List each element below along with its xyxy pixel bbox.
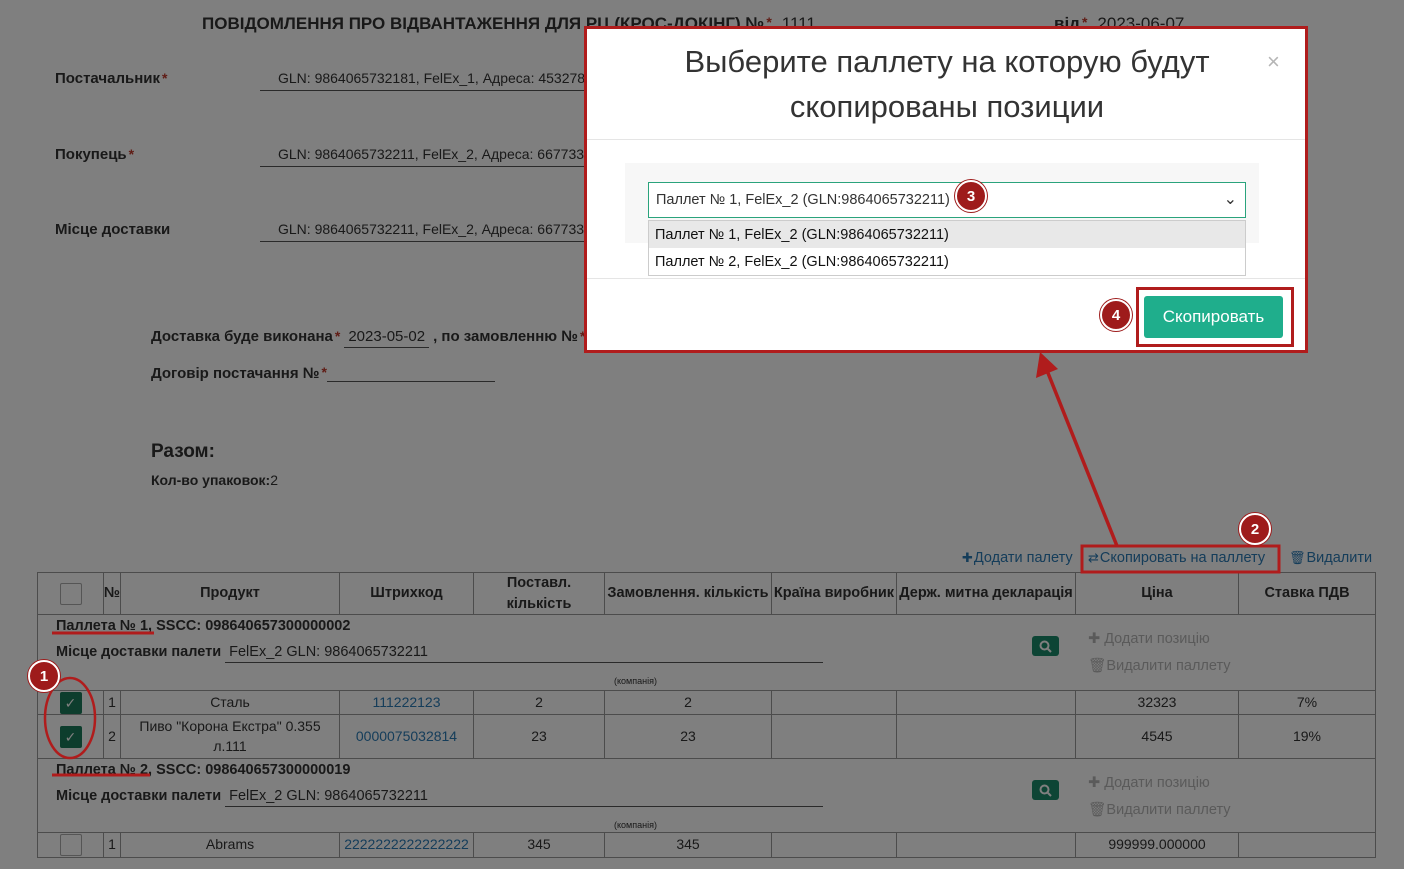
dropdown-option-pallet-1[interactable]: Паллет № 1, FelEx_2 (GLN:9864065732211) xyxy=(649,221,1245,248)
close-icon[interactable]: × xyxy=(1267,49,1280,75)
copy-to-pallet-modal: Выберите паллету на которую будут скопир… xyxy=(584,26,1308,353)
modal-footer-divider xyxy=(587,278,1305,279)
annotation-badge-1: 1 xyxy=(28,660,60,692)
chevron-down-icon: ⌄ xyxy=(1223,191,1237,208)
annotation-badge-4: 4 xyxy=(1100,299,1132,331)
copy-button[interactable]: Скопировать xyxy=(1144,296,1283,338)
pallet-select[interactable]: Паллет № 1, FelEx_2 (GLN:9864065732211) … xyxy=(648,182,1246,218)
pallet-select-value: Паллет № 1, FelEx_2 (GLN:9864065732211) xyxy=(656,192,950,208)
annotation-badge-3: 3 xyxy=(955,180,987,212)
modal-header: Выберите паллету на которую будут скопир… xyxy=(587,29,1305,140)
dropdown-option-pallet-2[interactable]: Паллет № 2, FelEx_2 (GLN:9864065732211) xyxy=(649,248,1245,275)
annotation-badge-2: 2 xyxy=(1239,513,1271,545)
pallet-dropdown: Паллет № 1, FelEx_2 (GLN:9864065732211) … xyxy=(648,220,1246,276)
modal-title: Выберите паллету на которую будут скопир… xyxy=(684,44,1210,124)
